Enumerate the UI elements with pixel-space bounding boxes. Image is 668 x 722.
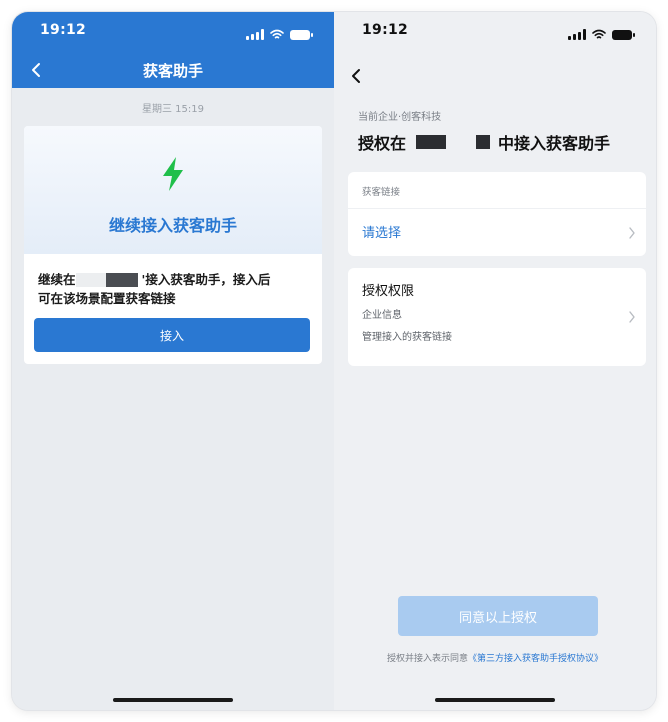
back-arrow-icon: [352, 69, 360, 83]
link-section: 获客链接 请选择: [348, 172, 646, 256]
nav-bar: 获客助手: [12, 56, 334, 86]
status-time: 19:12: [40, 22, 87, 38]
permission-section[interactable]: 授权权限 企业信息 管理接入的获客链接: [348, 268, 646, 366]
chat-screen: 19:12 获客助手 星期三 15:19 继续接入获客助手 继续在 '接入获客助…: [12, 12, 334, 710]
battery-icon: [612, 29, 635, 40]
back-button[interactable]: [342, 62, 370, 90]
agreement-notice: 授权并接入表示同意《第三方接入获客助手授权协议》: [334, 651, 656, 664]
permission-title: 授权权限: [362, 284, 415, 299]
description-line-2: 可在该场景配置获客链接: [38, 291, 176, 306]
agree-authorization-button[interactable]: 同意以上授权: [398, 596, 598, 636]
authorization-screen: 19:12 当前企业·创客科技 授权在 中接入获客助手 获客链接 请选择 授权权…: [334, 12, 656, 710]
home-indicator: [113, 698, 233, 702]
signal-icon: [568, 29, 586, 40]
card-description: 继续在 '接入获客助手，接入后 可在该场景配置获客链接: [38, 270, 310, 308]
chevron-right-icon: [629, 311, 635, 323]
card-title: 继续接入获客助手: [108, 216, 237, 235]
app-header: 19:12 获客助手: [12, 12, 334, 88]
permission-item-manage-links: 管理接入的获客链接: [362, 332, 452, 343]
card-banner: 继续接入获客助手: [24, 126, 322, 254]
agreement-link[interactable]: 《第三方接入获客助手授权协议》: [468, 654, 603, 664]
link-select[interactable]: 请选择: [348, 209, 646, 256]
redacted-name-dark: [105, 272, 138, 287]
home-indicator: [435, 698, 555, 702]
redacted-name: [75, 272, 106, 287]
status-bar: 19:12: [12, 12, 334, 50]
title-suffix: 中接入获客助手: [498, 134, 611, 153]
link-select-placeholder: 请选择: [362, 226, 402, 241]
status-bar: 19:12: [334, 12, 656, 50]
connect-card: 继续接入获客助手 继续在 '接入获客助手，接入后 可在该场景配置获客链接 接入: [24, 126, 322, 364]
signal-icon: [246, 29, 264, 40]
device-comparison-frame: 19:12 获客助手 星期三 15:19 继续接入获客助手 继续在 '接入获客助…: [12, 12, 656, 710]
description-suffix: '接入获客助手，接入后: [141, 272, 271, 287]
status-icons: [246, 25, 313, 44]
current-company: 当前企业·创客科技: [358, 112, 442, 123]
redacted-name: [416, 135, 447, 149]
wifi-icon: [270, 25, 284, 44]
title-prefix: 授权在: [358, 134, 407, 153]
authorization-title: 授权在 中接入获客助手: [358, 130, 610, 154]
link-section-label: 获客链接: [362, 187, 401, 198]
page-title: 获客助手: [142, 62, 203, 80]
status-time: 19:12: [362, 22, 409, 38]
wifi-icon: [592, 25, 606, 44]
permission-item-company-info: 企业信息: [362, 310, 402, 321]
message-timestamp: 星期三 15:19: [142, 104, 204, 115]
description-prefix: 继续在: [38, 272, 76, 287]
status-icons: [568, 25, 635, 44]
connect-button[interactable]: 接入: [34, 318, 310, 352]
battery-icon: [290, 29, 313, 40]
redacted-name-2: [476, 135, 491, 149]
lightning-bolt-icon: [163, 157, 183, 191]
chevron-right-icon: [629, 226, 635, 239]
agreement-prefix: 授权并接入表示同意: [386, 654, 468, 664]
